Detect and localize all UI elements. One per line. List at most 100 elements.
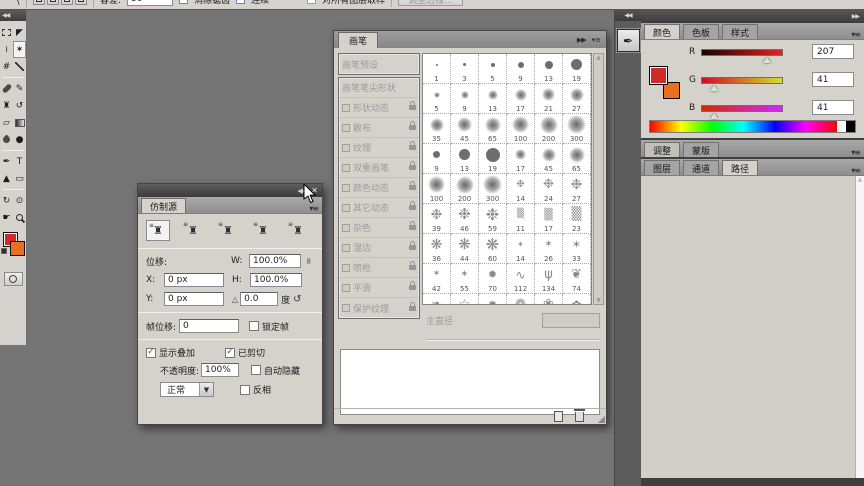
brush-tool[interactable]: ✎	[13, 80, 26, 97]
blur-tool[interactable]	[0, 131, 13, 148]
brush-menu-item-画笔预设[interactable]: 画笔预设	[339, 54, 419, 74]
channel-value-B[interactable]: 41	[812, 100, 854, 115]
clone-source-1[interactable]: ≡ ♜	[146, 220, 170, 241]
quick-mask-button[interactable]	[3, 272, 23, 286]
brush-preset[interactable]: 19	[563, 54, 591, 84]
spectrum-black[interactable]	[846, 121, 855, 132]
subtract-selection-mode[interactable]	[61, 0, 74, 5]
panel-menu-icon[interactable]: ▾≡	[851, 148, 864, 157]
checkbox-icon[interactable]	[342, 203, 350, 212]
master-diameter-slider[interactable]	[426, 339, 600, 341]
lasso-tool[interactable]: ≀	[0, 41, 13, 58]
panel-menu-icon[interactable]: ▾≡	[592, 36, 601, 44]
clone-source-4[interactable]: ≡ ♜	[251, 220, 275, 241]
antialias-checkbox[interactable]: ✓	[179, 0, 189, 4]
brush-preset[interactable]: ❉ 39	[423, 204, 451, 234]
resize-grip[interactable]	[598, 416, 605, 423]
channel-value-R[interactable]: 207	[812, 44, 854, 59]
lock-frame-checkbox[interactable]	[249, 321, 260, 331]
brush-preset[interactable]: 19	[479, 144, 507, 174]
link-wh-icon[interactable]: ∞	[303, 257, 313, 265]
brush-preset[interactable]: ▒ 17	[535, 204, 563, 234]
brush-preset[interactable]: 45	[451, 114, 479, 144]
new-selection-mode[interactable]	[33, 0, 46, 5]
dock-collapse-button[interactable]: ▶▶	[641, 10, 864, 23]
tab-layers[interactable]: 图层	[644, 160, 681, 175]
default-colors-icon[interactable]	[1, 248, 7, 254]
magic-wand-tool[interactable]: ✶	[13, 41, 26, 58]
brush-preset[interactable]: 200	[535, 114, 563, 144]
show-overlay-checkbox[interactable]: ✓	[146, 347, 156, 358]
channel-slider-B[interactable]	[701, 104, 783, 119]
brush-preset[interactable]: ❋ 36	[423, 234, 451, 264]
channel-value-G[interactable]: 41	[812, 72, 854, 87]
opacity-input[interactable]: 100%	[201, 363, 240, 377]
h-input[interactable]: 100.0%	[250, 273, 302, 287]
brush-preset[interactable]: ❁36	[507, 294, 535, 304]
foreground-color-swatch[interactable]	[649, 66, 668, 85]
collapse-right-icon[interactable]: ▶▶	[577, 36, 587, 44]
clone-source-5[interactable]: ≡ ♜	[286, 220, 310, 241]
brush-preset[interactable]: 1	[423, 54, 451, 84]
invert-checkbox[interactable]	[240, 384, 250, 395]
autohide-checkbox[interactable]	[251, 365, 262, 375]
brush-preset[interactable]: ❉ 27	[563, 174, 591, 204]
rectangular-marquee-tool[interactable]	[0, 24, 13, 41]
brush-preset[interactable]: ❦ 74	[563, 264, 591, 294]
reset-rotation-icon[interactable]: ↺	[293, 294, 301, 305]
checkbox-icon[interactable]	[342, 143, 350, 152]
delete-brush-icon[interactable]	[574, 408, 585, 422]
brush-preset[interactable]: ❋ 44	[451, 234, 479, 264]
slider-track[interactable]	[701, 76, 783, 84]
brush-preset[interactable]: ✶ 33	[563, 234, 591, 264]
history-brush-tool[interactable]: ↺	[13, 97, 26, 114]
brush-preset[interactable]: ❀36	[535, 294, 563, 304]
checkbox-icon[interactable]	[342, 183, 350, 192]
checkbox-icon[interactable]	[342, 123, 350, 132]
brush-preset[interactable]: 9	[451, 84, 479, 114]
brush-preset[interactable]: 65	[563, 144, 591, 174]
brush-preset[interactable]: 13	[479, 84, 507, 114]
checkbox-icon[interactable]	[342, 243, 350, 252]
spectrum-white[interactable]	[837, 121, 846, 132]
brush-menu-item-杂色[interactable]: 杂色	[339, 218, 419, 238]
checkbox-icon[interactable]	[342, 304, 350, 312]
brush-menu-item-颜色动态[interactable]: 颜色动态	[339, 178, 419, 198]
brush-menu-item-平滑[interactable]: 平滑	[339, 278, 419, 298]
brush-preset[interactable]: 100	[507, 114, 535, 144]
clone-source-2[interactable]: ≡ ♜	[181, 220, 205, 241]
crop-tool[interactable]: #	[0, 58, 13, 75]
rectangle-tool[interactable]: ▭	[13, 170, 26, 187]
checkbox-icon[interactable]	[342, 223, 350, 232]
brush-preset[interactable]: 65	[479, 114, 507, 144]
brush-preset[interactable]: 200	[451, 174, 479, 204]
dock-expand-button[interactable]: ◀◀	[615, 10, 641, 21]
channel-slider-R[interactable]	[701, 48, 783, 63]
brush-preset[interactable]: ☆29	[451, 294, 479, 304]
3d-rotate-tool[interactable]: ↻	[0, 192, 13, 209]
type-tool[interactable]: T	[13, 153, 26, 170]
eraser-tool[interactable]: ▱	[0, 114, 13, 131]
hand-tool[interactable]: ☛	[0, 209, 13, 226]
slider-track[interactable]	[701, 48, 783, 56]
brush-menu-item-喷枪[interactable]: 喷枪	[339, 258, 419, 278]
brush-grid-scrollbar[interactable]: ▲ ▼	[593, 53, 604, 305]
tab-adjustments[interactable]: 调整	[644, 142, 681, 157]
brush-preset[interactable]: ▒ 23	[563, 204, 591, 234]
color-spectrum-ramp[interactable]	[649, 120, 856, 133]
background-color-swatch[interactable]	[10, 241, 25, 256]
burn-tool[interactable]: ●	[13, 131, 26, 148]
3d-orbit-tool[interactable]: ⊙	[13, 192, 26, 209]
checkbox-icon[interactable]	[342, 263, 350, 272]
brush-preset[interactable]: ❉ 46	[451, 204, 479, 234]
brush-menu-item-散布[interactable]: 散布	[339, 118, 419, 138]
slider-marker[interactable]	[710, 112, 719, 119]
brush-preset[interactable]: 5	[423, 84, 451, 114]
spectrum-gradient[interactable]	[650, 121, 837, 132]
refine-edge-button[interactable]: 调整边缘...	[398, 0, 463, 6]
brush-preset[interactable]: ✶ 14	[507, 234, 535, 264]
brush-preset[interactable]: ❧95	[423, 294, 451, 304]
brush-menu-item-湿边[interactable]: 湿边	[339, 238, 419, 258]
scroll-down-icon[interactable]: ▼	[596, 297, 601, 304]
brush-menu-item-保护纹理[interactable]: 保护纹理	[339, 298, 419, 318]
